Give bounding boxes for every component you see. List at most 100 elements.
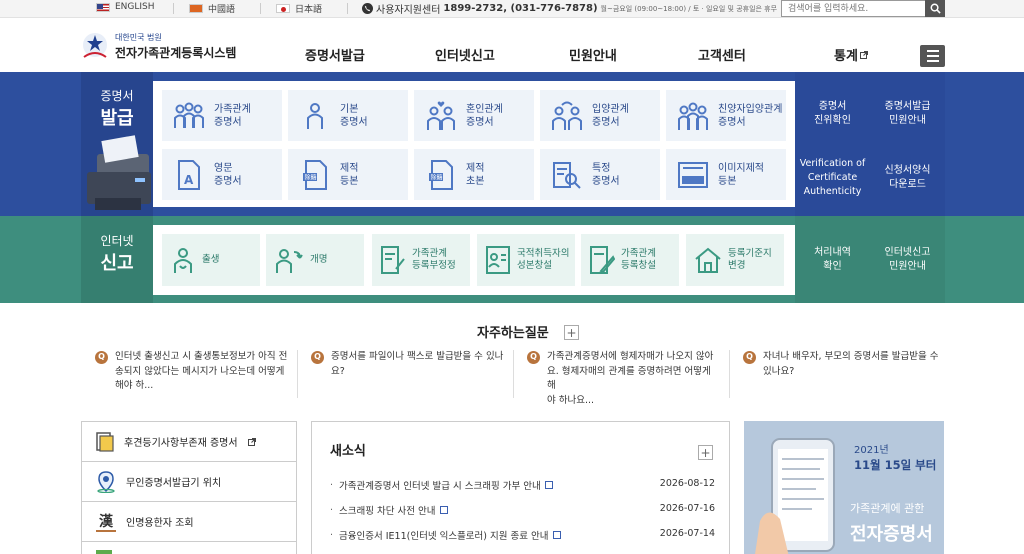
call-center: 사용자지원센터 1899-2732, (031-776-7878) 월~금요일 … — [362, 1, 777, 16]
question-icon: Q — [95, 351, 108, 364]
tile-line: 이미지제적 — [718, 162, 764, 174]
link-form-download[interactable]: 신청서양식 다운로드 — [870, 150, 945, 206]
tile-line: 변경 — [728, 260, 746, 271]
document-edit-icon — [381, 246, 405, 274]
logo-system-text: 전자가족관계등록시스템 — [115, 45, 237, 60]
report-band-title-big: 신고 — [100, 253, 134, 274]
faq-item-2[interactable]: Q 증명서를 파일이나 팩스로 발급받을 수 있나 요? — [311, 350, 506, 398]
site-logo[interactable]: 대한민국 법원 전자가족관계등록시스템 — [80, 31, 236, 61]
tile-line: 기본 — [340, 103, 359, 115]
tile-birth-label: 출생 — [202, 254, 220, 265]
tile-line: 등록창설 — [621, 260, 656, 271]
news-item-3[interactable]: 금융인증서 IE11(인터넷 익스플로러) 지원 종료 안내 2026-07-1… — [330, 528, 715, 542]
person-icon — [298, 100, 332, 132]
lang-divider — [347, 3, 348, 14]
tile-image-removed-register[interactable]: 이미지제적 등본 — [666, 149, 786, 200]
faq-line: 가족관계증명서에 형제자매가 나오지 않아 — [547, 351, 714, 362]
lang-japanese[interactable]: 日本語 — [276, 2, 322, 15]
tile-removed-register-extract[interactable]: 除籍 제적 초본 — [414, 149, 534, 200]
tile-register-creation[interactable]: 가족관계 등록창설 — [581, 234, 679, 286]
nav-statistics-label: 통계 — [834, 49, 858, 64]
search-button[interactable] — [925, 0, 945, 17]
news-item-2[interactable]: 스크래핑 차단 사전 안내 2026-07-16 — [330, 503, 715, 517]
hamburger-icon — [926, 60, 939, 62]
hanja-icon: 漢 — [96, 512, 116, 532]
tile-line: 입양관계 — [592, 103, 629, 115]
tile-birth-report[interactable]: 출생 — [162, 234, 260, 286]
report-band-title-small: 인터넷 — [100, 234, 134, 248]
link-certificate-civil-guide[interactable]: 증명서발급 민원안내 — [870, 86, 945, 142]
tile-english-certificate[interactable]: A 영문 증명서 — [162, 149, 282, 200]
nav-customer-center[interactable]: 고객센터 — [698, 45, 746, 64]
e-certificate-banner[interactable]: 2021년 11월 15일 부터 가족관계에 관한 전자증명서 — [744, 421, 944, 554]
faq-line: 요. 형제자매의 관계를 증명하려면 어떻게 해 — [547, 365, 711, 392]
tile-correction-label: 가족관계 등록부정정 — [412, 248, 456, 272]
tile-family-relation-certificate[interactable]: 가족관계 증명서 — [162, 90, 282, 141]
tile-base-change-label: 등록기준지 변경 — [728, 248, 772, 272]
nav-internet-report[interactable]: 인터넷신고 — [435, 45, 495, 64]
call-center-hours: 월~금요일 (09:00~18:00) / 토 · 일요일 및 공휴일은 휴무 — [600, 4, 778, 13]
call-center-numbers: 1899-2732, (031-776-7878) — [443, 3, 598, 14]
tile-specific-label: 특정 증명서 — [592, 162, 620, 188]
tile-register-correction[interactable]: 가족관계 등록부정정 — [372, 234, 470, 286]
tile-marriage-label: 혼인관계 증명서 — [466, 103, 503, 129]
quick-link-kiosk-location[interactable]: 무인증명서발급기 위치 — [82, 462, 296, 502]
tile-line: 등록기준지 — [728, 248, 772, 259]
link-certificate-verification[interactable]: 증명서 진위확인 — [795, 86, 870, 142]
lang-english[interactable]: ENGLISH — [96, 2, 155, 12]
lang-chinese-label: 中國語 — [208, 5, 236, 15]
lang-chinese[interactable]: 中國語 — [189, 2, 235, 15]
tile-naturalized-label: 국적취득자의 성본창설 — [517, 248, 569, 272]
document-icon — [96, 431, 114, 452]
banner-line-2: 전자증명서 — [850, 524, 933, 545]
tile-adoption-certificate[interactable]: 입양관계 증명서 — [540, 90, 660, 141]
tile-removed-register-copy[interactable]: 除籍 제적 등본 — [288, 149, 408, 200]
news-item-date: 2026-07-14 — [659, 528, 715, 539]
search-input[interactable] — [782, 1, 925, 16]
faq-item-3[interactable]: Q 가족관계증명서에 형제자매가 나오지 않아 요. 형제자매의 관계를 증명하… — [527, 350, 722, 406]
link-processing-history[interactable]: 처리내역 확인 — [795, 230, 870, 290]
top-utility-bar: ENGLISH 中國語 日本語 사용자지원센터 1899-2732, (031-… — [0, 0, 1024, 18]
nav-certificates[interactable]: 증명서발급 — [305, 45, 365, 64]
image-document-icon — [676, 159, 710, 191]
printer-illustration — [87, 135, 151, 210]
tile-line: 증명서 — [718, 116, 746, 128]
tile-marriage-certificate[interactable]: 혼인관계 증명서 — [414, 90, 534, 141]
faq-divider — [729, 350, 730, 398]
nav-civil-guide[interactable]: 민원안내 — [569, 45, 617, 64]
link-verification-english[interactable]: Verification of Certificate Authenticity — [795, 150, 870, 206]
news-item-date: 2026-07-16 — [659, 503, 715, 514]
quick-link-label: 후견등기사항부존재 증명서 — [124, 438, 238, 449]
link-report-civil-guide[interactable]: 인터넷신고 민원안내 — [870, 230, 945, 290]
court-emblem-icon — [83, 33, 107, 58]
quick-link-guardianship-certificate[interactable]: 후견등기사항부존재 증명서 — [82, 422, 296, 462]
couple-heart-icon — [424, 100, 458, 132]
document-icon — [552, 531, 561, 539]
name-change-icon — [276, 249, 303, 273]
nav-statistics[interactable]: 통계 — [834, 45, 868, 64]
phone-icon — [362, 3, 373, 14]
family-group-icon — [676, 100, 710, 132]
news-item-1[interactable]: 가족관계증명서 인터넷 발급 시 스크래핑 가부 안내 2026-08-12 — [330, 478, 715, 492]
site-header: 대한민국 법원 전자가족관계등록시스템 증명서발급 인터넷신고 민원안내 고객센… — [0, 19, 1024, 72]
side-link-line: 다운로드 — [889, 179, 926, 190]
tile-basic-certificate[interactable]: 기본 증명서 — [288, 90, 408, 141]
document-a-icon: A — [172, 159, 206, 191]
news-more-button[interactable]: + — [698, 445, 713, 460]
faq-more-button[interactable]: + — [564, 325, 579, 340]
document-search-icon — [550, 159, 584, 191]
faq-line: 자녀나 배우자, 부모의 증명서를 발급받을 수 — [763, 351, 939, 362]
logo-court-text: 대한민국 법원 — [115, 32, 162, 42]
faq-item-4[interactable]: Q 자녀나 배우자, 부모의 증명서를 발급받을 수 있나요? — [743, 350, 943, 398]
tile-naturalized-surname[interactable]: 국적취득자의 성본창설 — [477, 234, 575, 286]
tile-full-adoption-certificate[interactable]: 친양자입양관계 증명서 — [666, 90, 786, 141]
faq-item-1[interactable]: Q 인터넷 출생신고 시 출생통보정보가 아직 전 송되지 않았다는 메시지가 … — [95, 350, 290, 398]
tile-specific-certificate[interactable]: 특정 증명서 — [540, 149, 660, 200]
all-menu-button[interactable] — [920, 45, 945, 67]
tile-name-change-report[interactable]: 개명 — [266, 234, 364, 286]
tile-registry-base-change[interactable]: 등록기준지 변경 — [686, 234, 784, 286]
banner-line-1: 가족관계에 관한 — [850, 502, 925, 515]
search-icon — [930, 3, 941, 14]
quick-link-name-hanja[interactable]: 漢 인명용한자 조회 — [82, 502, 296, 542]
tile-line: 증명서 — [592, 175, 620, 187]
